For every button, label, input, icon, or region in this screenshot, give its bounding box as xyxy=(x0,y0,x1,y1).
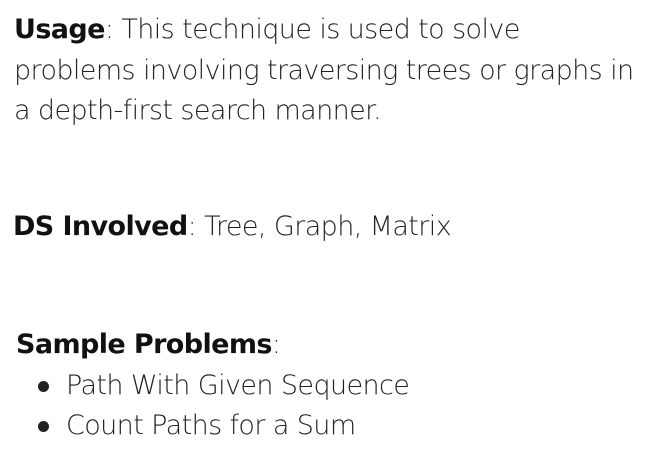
sample-problems-heading: Sample Problems: xyxy=(16,325,281,365)
ds-involved-separator: : xyxy=(187,211,205,242)
sample-problem-text: Count Paths for a Sum xyxy=(66,410,356,441)
usage-separator: : xyxy=(104,14,122,45)
usage-text-line-1: This technique is used to solve xyxy=(121,14,520,45)
bullet-icon xyxy=(38,421,49,432)
sample-problem-item: Count Paths for a Sum xyxy=(38,406,381,446)
usage-label: Usage xyxy=(14,14,105,45)
bullet-icon xyxy=(38,381,49,392)
usage-text-line-3: a depth-first search manner. xyxy=(14,95,382,126)
usage-line-1: Usage: This technique is used to solve xyxy=(14,10,520,50)
ds-involved-label: DS Involved xyxy=(13,211,188,242)
usage-line-2: problems involving traversing trees or g… xyxy=(14,51,634,91)
sample-problem-item: Path With Given Sequence xyxy=(38,366,410,406)
usage-line-3: a depth-first search manner. xyxy=(14,91,382,131)
sample-problems-list: Path With Given Sequence Count Paths for… xyxy=(38,366,410,446)
sample-problems-separator: : xyxy=(271,329,281,360)
ds-involved-line: DS Involved: Tree, Graph, Matrix xyxy=(13,207,452,247)
usage-text-line-2: problems involving traversing trees or g… xyxy=(14,55,634,86)
sample-problems-label: Sample Problems xyxy=(16,329,272,360)
sample-problem-text: Path With Given Sequence xyxy=(66,370,410,401)
ds-involved-value: Tree, Graph, Matrix xyxy=(204,211,452,242)
